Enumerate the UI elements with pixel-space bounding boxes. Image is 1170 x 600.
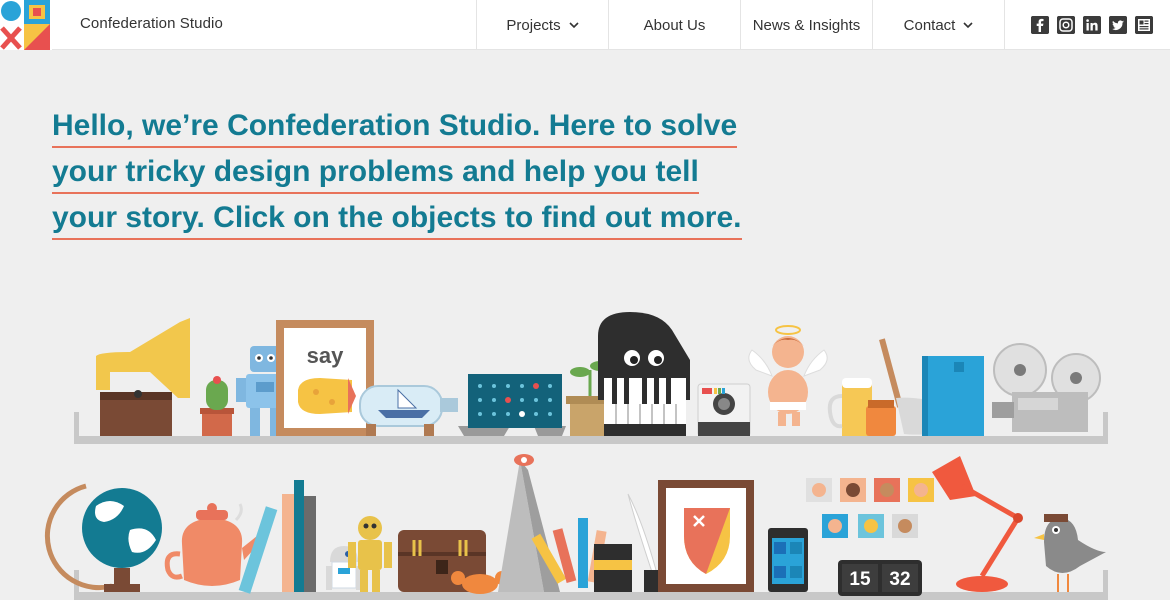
blue-book-object[interactable] bbox=[922, 356, 984, 436]
headline-line-3: your story. Click on the objects to find… bbox=[52, 198, 742, 240]
headline-line-1: Hello, we’re Confederation Studio. Here … bbox=[52, 106, 738, 148]
chevron-down-icon bbox=[569, 22, 579, 29]
blog-icon[interactable] bbox=[1135, 16, 1153, 34]
clock-hour: 15 bbox=[849, 569, 871, 590]
notebook-object[interactable] bbox=[594, 544, 632, 592]
gramophone-object[interactable] bbox=[96, 318, 190, 436]
peg-board-object[interactable] bbox=[468, 374, 562, 428]
nav-about[interactable]: About Us bbox=[608, 0, 740, 50]
globe-object[interactable] bbox=[44, 483, 162, 592]
phone-object[interactable] bbox=[768, 528, 808, 592]
film-projector-object[interactable] bbox=[992, 343, 1101, 432]
clock-minute: 32 bbox=[889, 569, 910, 590]
piano-object[interactable] bbox=[598, 312, 690, 436]
frame-word: say bbox=[307, 343, 344, 368]
twitter-icon[interactable] bbox=[1109, 16, 1127, 34]
honey-jar-object[interactable] bbox=[866, 400, 896, 436]
nav-contact-label: Contact bbox=[903, 16, 956, 34]
facebook-icon[interactable] bbox=[1031, 16, 1049, 34]
chevron-down-icon bbox=[963, 22, 973, 29]
top-shelf bbox=[74, 436, 1108, 444]
book-stack-object[interactable] bbox=[282, 480, 316, 592]
linkedin-icon[interactable] bbox=[1083, 16, 1101, 34]
nav-about-label: About Us bbox=[643, 16, 706, 34]
r2d2-object[interactable] bbox=[326, 546, 362, 590]
desk-lamp-object[interactable] bbox=[932, 456, 1023, 592]
social-links bbox=[1004, 0, 1170, 50]
shield-frame-object[interactable] bbox=[658, 480, 754, 592]
nav-projects[interactable]: Projects bbox=[476, 0, 608, 50]
hero-headline: Hello, we’re Confederation Studio. Here … bbox=[52, 105, 742, 243]
cactus-object[interactable] bbox=[200, 376, 234, 436]
pigeon-object[interactable] bbox=[1034, 514, 1106, 592]
brand-name[interactable]: Confederation Studio bbox=[80, 15, 223, 32]
object-shelves-illustration: say 15 32 bbox=[44, 312, 1108, 600]
main-nav: Projects About Us News & Insights Contac… bbox=[476, 0, 1170, 50]
top-navigation-bar: Confederation Studio Projects About Us N… bbox=[0, 0, 1170, 50]
team-portraits-object[interactable] bbox=[806, 478, 934, 538]
nav-contact[interactable]: Contact bbox=[872, 0, 1004, 50]
headline-line-2: your tricky design problems and help you… bbox=[52, 152, 699, 194]
ship-in-bottle-object[interactable] bbox=[359, 385, 458, 436]
say-frame-object[interactable]: say bbox=[276, 320, 374, 436]
studio-logo[interactable] bbox=[0, 0, 52, 50]
cherub-object[interactable] bbox=[748, 325, 828, 426]
flip-clock-object[interactable]: 15 32 bbox=[838, 560, 922, 596]
beer-mug-object[interactable] bbox=[827, 378, 872, 436]
instagram-icon[interactable] bbox=[1057, 16, 1075, 34]
nav-news[interactable]: News & Insights bbox=[740, 0, 872, 50]
nav-projects-label: Projects bbox=[506, 16, 561, 34]
bottom-shelf bbox=[74, 592, 1108, 600]
instant-camera-object[interactable] bbox=[697, 383, 751, 437]
nav-news-label: News & Insights bbox=[752, 16, 861, 34]
